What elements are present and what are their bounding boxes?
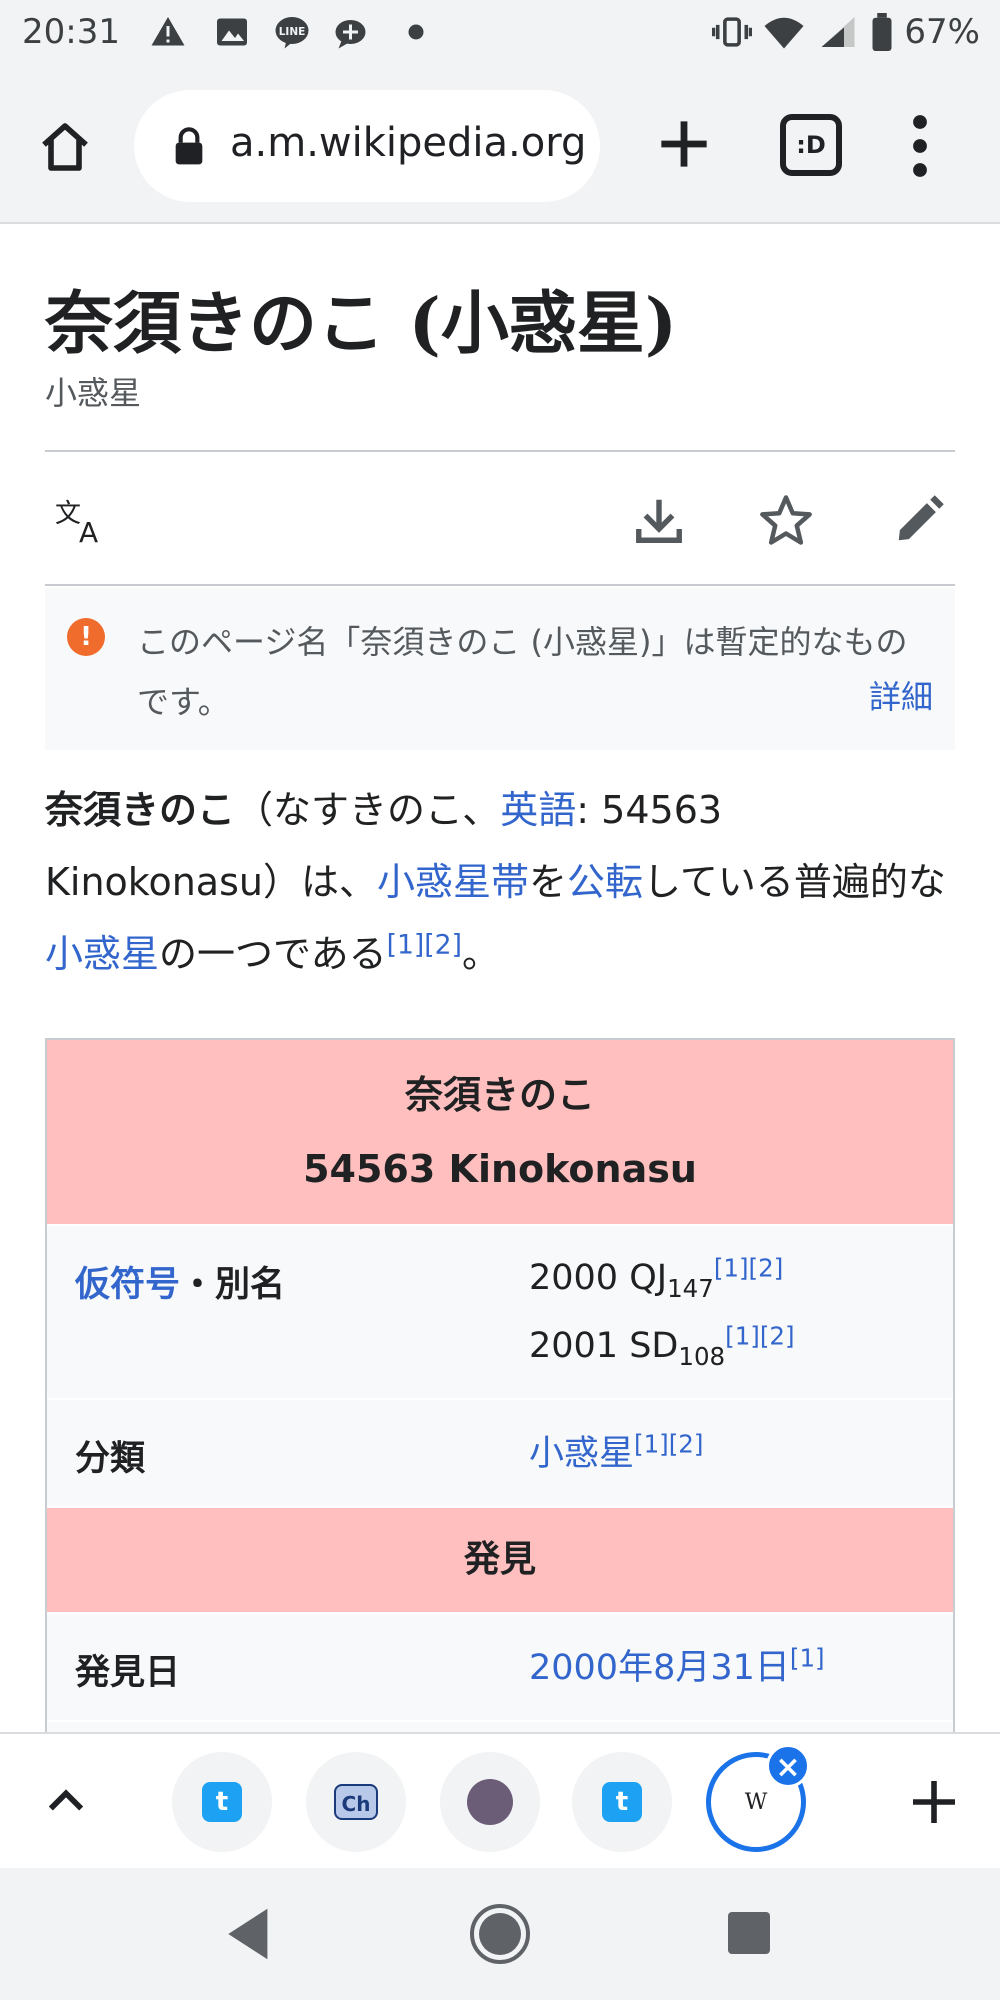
- link-provisional-designation[interactable]: 仮符号: [75, 1265, 180, 1305]
- star-icon: [760, 495, 812, 545]
- designation-1-sub: 147: [667, 1274, 714, 1303]
- back-icon[interactable]: [226, 1906, 272, 1962]
- twitter-icon: t: [602, 1782, 642, 1822]
- reference-link[interactable]: [1]: [790, 1643, 825, 1672]
- reference-link[interactable]: [1][2]: [634, 1429, 703, 1458]
- twitter-icon: t: [202, 1782, 242, 1822]
- reference-link[interactable]: [1][2]: [387, 929, 462, 960]
- svg-text:文: 文: [55, 499, 81, 529]
- page-subtitle: 小惑星: [45, 374, 142, 412]
- wifi-icon: [764, 17, 804, 49]
- infobox-value: 2000年8月31日[1]: [529, 1634, 825, 1702]
- reference-link[interactable]: [1][2]: [725, 1321, 794, 1350]
- link-discovery-date[interactable]: 2000年8月31日: [529, 1648, 790, 1688]
- lead-text: している普遍的な: [643, 860, 946, 904]
- infobox-label: 分類: [75, 1439, 146, 1479]
- designation-2: 2001 SD: [529, 1326, 679, 1366]
- link-orbit[interactable]: 公転: [567, 860, 643, 904]
- infobox-header: 奈須きのこ 54563 Kinokonasu: [47, 1040, 953, 1226]
- infobox: 奈須きのこ 54563 Kinokonasu 仮符号・別名 2000 QJ147…: [45, 1038, 955, 1738]
- infobox-value: 2000 QJ147[1][2] 2001 SD108[1][2]: [529, 1244, 795, 1380]
- lead-paragraph: 奈須きのこ（なすきのこ、英語: 54563 Kinokonasu）は、小惑星帯を…: [45, 774, 955, 990]
- lead-text: （なすきのこ、: [235, 788, 501, 832]
- tab-twitter-2[interactable]: t: [572, 1752, 672, 1852]
- tab-twitter-1[interactable]: t: [172, 1752, 272, 1852]
- recents-icon[interactable]: [728, 1912, 770, 1954]
- status-bar: 20:31 LINE 67%: [0, 0, 1000, 68]
- dot-icon: [408, 24, 424, 40]
- lead-text: 。: [461, 932, 500, 976]
- chevron-up-icon[interactable]: [40, 1776, 92, 1828]
- designation-2-sub: 108: [678, 1342, 726, 1371]
- new-tab-button[interactable]: [650, 110, 718, 178]
- home-icon: [42, 123, 88, 171]
- alert-icon: !: [67, 618, 105, 656]
- edit-button[interactable]: [887, 488, 951, 552]
- status-right: 67%: [712, 12, 980, 52]
- battery-percent: 67%: [904, 12, 980, 52]
- system-nav-bar: [0, 1868, 1000, 2000]
- wikipedia-icon: W: [744, 1789, 768, 1815]
- label-text: ・別名: [180, 1265, 286, 1305]
- warning-icon: [151, 17, 185, 46]
- language-button[interactable]: 文A: [53, 488, 117, 552]
- notice-box: ! このページ名「奈須きのこ (小惑星)」は暫定的なものです。 詳細: [45, 588, 955, 750]
- link-asteroid-belt[interactable]: 小惑星帯: [377, 860, 529, 904]
- more-menu-icon[interactable]: [900, 110, 940, 182]
- close-tab-icon[interactable]: ×: [766, 1744, 810, 1788]
- tab-strip: t Ch t W ×: [0, 1732, 1000, 1868]
- infobox-section-discovery: 発見: [47, 1508, 953, 1614]
- infobox-row-discovery-date: 発見日 2000年8月31日[1]: [47, 1614, 953, 1722]
- lead-text: を: [528, 860, 567, 904]
- download-icon: [636, 499, 682, 543]
- svg-text:A: A: [79, 516, 98, 545]
- infobox-name-en: 54563 Kinokonasu: [303, 1147, 697, 1191]
- status-time: 20:31: [22, 12, 120, 52]
- browser-toolbar: a.m.wikipedia.org :D: [0, 68, 1000, 224]
- download-button[interactable]: [627, 488, 691, 552]
- image-icon: [217, 18, 247, 46]
- designation-1: 2000 QJ: [529, 1258, 668, 1298]
- notice-text: このページ名「奈須きのこ (小惑星)」は暫定的なものです。: [137, 623, 908, 721]
- svg-text:LINE: LINE: [279, 26, 306, 38]
- lock-icon: [175, 127, 203, 165]
- reference-link[interactable]: [1][2]: [714, 1253, 783, 1282]
- battery-icon: [872, 13, 892, 51]
- infobox-value: 小惑星[1][2]: [529, 1420, 703, 1488]
- ch-site-icon: Ch: [334, 1784, 378, 1820]
- link-asteroid[interactable]: 小惑星: [45, 932, 159, 976]
- url-bar[interactable]: a.m.wikipedia.org: [134, 90, 600, 202]
- infobox-label: 仮符号・別名: [75, 1256, 285, 1307]
- url-text[interactable]: a.m.wikipedia.org: [230, 120, 586, 166]
- tab-avatar-site[interactable]: [440, 1752, 540, 1852]
- add-tab-icon[interactable]: [906, 1774, 962, 1830]
- signal-icon: [821, 17, 855, 47]
- infobox-label: 発見日: [75, 1653, 181, 1693]
- home-circle-icon: [479, 1913, 521, 1955]
- infobox-row-classification: 分類 小惑星[1][2]: [47, 1400, 953, 1508]
- tab-switcher-button[interactable]: :D: [780, 114, 842, 176]
- nav-home-button[interactable]: [470, 1904, 530, 1964]
- tab-ch[interactable]: Ch: [306, 1752, 406, 1852]
- notice-details-link[interactable]: 詳細: [869, 672, 933, 718]
- line-app-icon: LINE: [275, 17, 309, 49]
- vibrate-icon: [712, 17, 753, 47]
- translate-icon: 文A: [55, 499, 98, 545]
- infobox-name-ja: 奈須きのこ: [404, 1073, 595, 1117]
- infobox-row-designation: 仮符号・別名 2000 QJ147[1][2] 2001 SD108[1][2]: [47, 1226, 953, 1400]
- watch-button[interactable]: [754, 488, 818, 552]
- home-button[interactable]: [30, 112, 100, 182]
- article-subject: 奈須きのこ: [45, 788, 236, 832]
- lead-text: の一つである: [159, 932, 387, 976]
- page-actions: 文A: [45, 452, 955, 586]
- chat-plus-icon: [335, 20, 366, 49]
- pencil-icon: [898, 495, 944, 541]
- page-title: 奈須きのこ (小惑星): [45, 284, 678, 364]
- link-asteroid[interactable]: 小惑星: [529, 1434, 634, 1474]
- avatar-icon: [467, 1779, 513, 1825]
- link-english[interactable]: 英語: [500, 788, 576, 832]
